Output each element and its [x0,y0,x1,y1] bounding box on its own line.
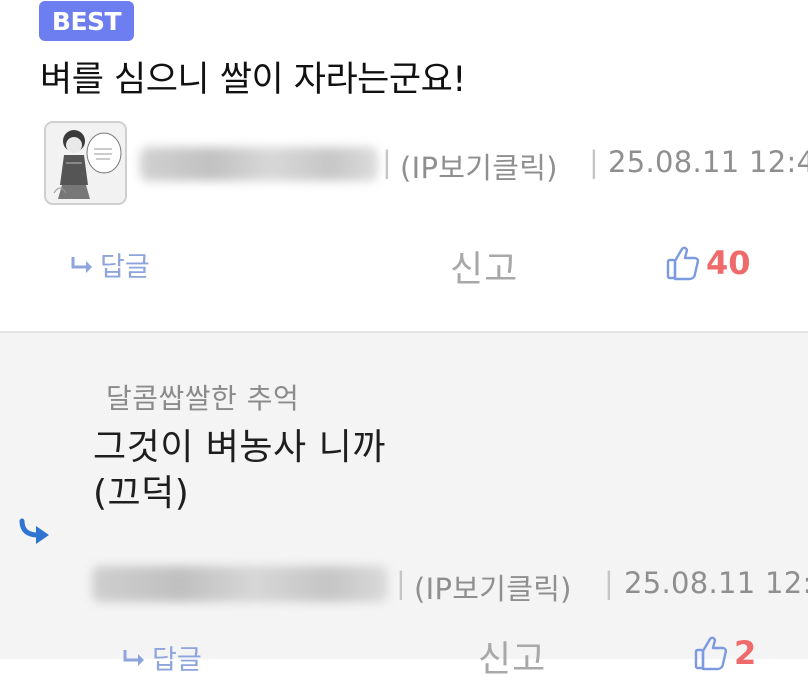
reply-text: 그것이 벼농사 니까 (끄덕) [93,425,386,517]
reply-date: 25.08.11 12: [624,566,808,600]
reply-button[interactable]: 답글 [70,245,150,284]
nested-reply-arrow-icon [18,518,54,552]
thumbs-up-icon [694,636,728,671]
avatar[interactable] [44,121,127,205]
like-count: 2 [734,634,757,672]
reply-text-line: 그것이 벼농사 니까 [93,427,386,468]
reply-text-line: (끄덕) [93,473,190,514]
author-name-blurred[interactable] [140,147,378,181]
reply-button[interactable]: 답글 [122,638,202,677]
reply-button-label: 답글 [152,645,202,676]
meta-separator: | [604,566,614,600]
ip-view-link[interactable]: (IP보기클릭) [414,566,572,608]
reply-arrow-icon [123,649,144,666]
ip-view-link[interactable]: (IP보기클릭) [400,145,558,187]
comment-date: 25.08.11 12:4 [608,145,808,179]
like-button[interactable]: 40 [666,244,751,282]
reply-arrow-icon [71,256,92,273]
like-count: 40 [706,244,751,282]
reply-button-label: 답글 [100,252,150,283]
meta-separator: | [396,566,406,600]
reply-author[interactable]: 달콤쌉쌀한 추억 [106,377,299,417]
avatar-image [46,123,125,203]
report-button[interactable]: 신고 [478,630,546,682]
comment-text: 벼를 심으니 쌀이 자라는군요! [40,60,466,100]
best-badge: BEST [39,1,134,41]
thumbs-up-icon [666,246,700,281]
meta-separator: | [589,145,599,179]
like-button[interactable]: 2 [694,634,756,672]
meta-separator: | [382,145,392,179]
report-button[interactable]: 신고 [450,240,518,292]
reply-author-name-blurred[interactable] [92,566,388,602]
